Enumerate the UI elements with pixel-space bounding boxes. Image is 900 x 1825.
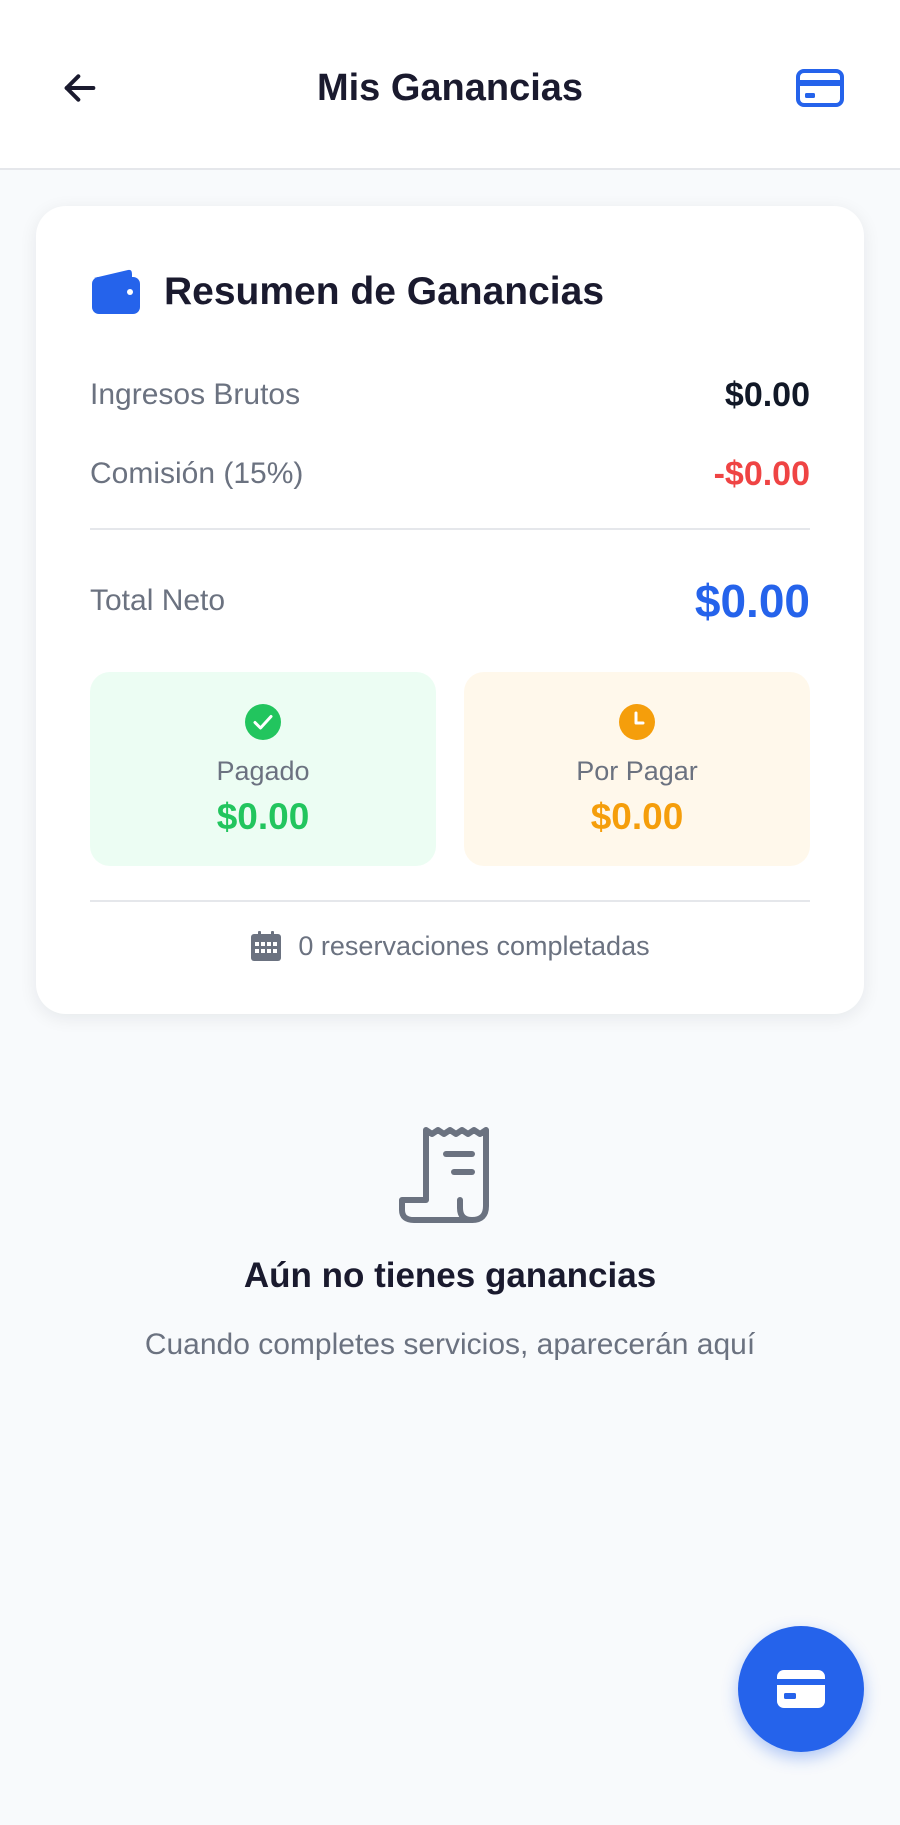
summary-title: Resumen de Ganancias — [164, 270, 605, 313]
commission-row: Comisión (15%) -$0.00 — [90, 449, 810, 499]
gross-income-label: Ingresos Brutos — [90, 378, 301, 411]
paid-box: Pagado $0.00 — [90, 672, 436, 866]
credit-card-icon — [796, 69, 844, 107]
gross-income-row: Ingresos Brutos $0.00 — [90, 370, 810, 420]
credit-card-icon — [777, 1670, 825, 1708]
paid-amount: $0.00 — [216, 796, 310, 837]
empty-state: Aún no tienes ganancias Cuando completes… — [0, 1124, 900, 1361]
wallet-icon — [92, 269, 140, 314]
check-circle-icon — [245, 704, 281, 740]
earnings-summary-card: Resumen de Ganancias Ingresos Brutos $0.… — [36, 206, 864, 1014]
net-total-label: Total Neto — [90, 584, 226, 617]
page-title: Mis Ganancias — [316, 67, 584, 109]
empty-subtitle: Cuando completes servicios, aparecerán a… — [144, 1328, 756, 1361]
commission-label: Comisión (15%) — [90, 457, 304, 490]
calendar-icon — [251, 931, 282, 961]
summary-heading: Resumen de Ganancias — [90, 262, 604, 322]
clock-icon — [619, 704, 655, 740]
pending-label: Por Pagar — [576, 756, 698, 786]
pending-box: Por Pagar $0.00 — [464, 672, 810, 866]
gross-income-value: $0.00 — [724, 375, 810, 414]
net-total-row: Total Neto $0.00 — [90, 566, 810, 636]
paid-label: Pagado — [216, 756, 310, 786]
top-app-bar: Mis Ganancias — [0, 0, 900, 170]
pending-amount: $0.00 — [590, 796, 684, 837]
empty-title: Aún no tienes ganancias — [243, 1256, 657, 1295]
receipt-icon — [399, 1127, 489, 1223]
net-total-value: $0.00 — [694, 575, 810, 627]
divider — [90, 528, 810, 530]
divider — [90, 900, 810, 902]
reservations-text: 0 reservaciones completadas — [298, 930, 650, 961]
commission-value: -$0.00 — [713, 454, 810, 493]
payment-fab-button[interactable] — [738, 1626, 864, 1752]
reservations-count: 0 reservaciones completadas — [36, 924, 864, 968]
payment-method-button[interactable] — [792, 62, 848, 114]
